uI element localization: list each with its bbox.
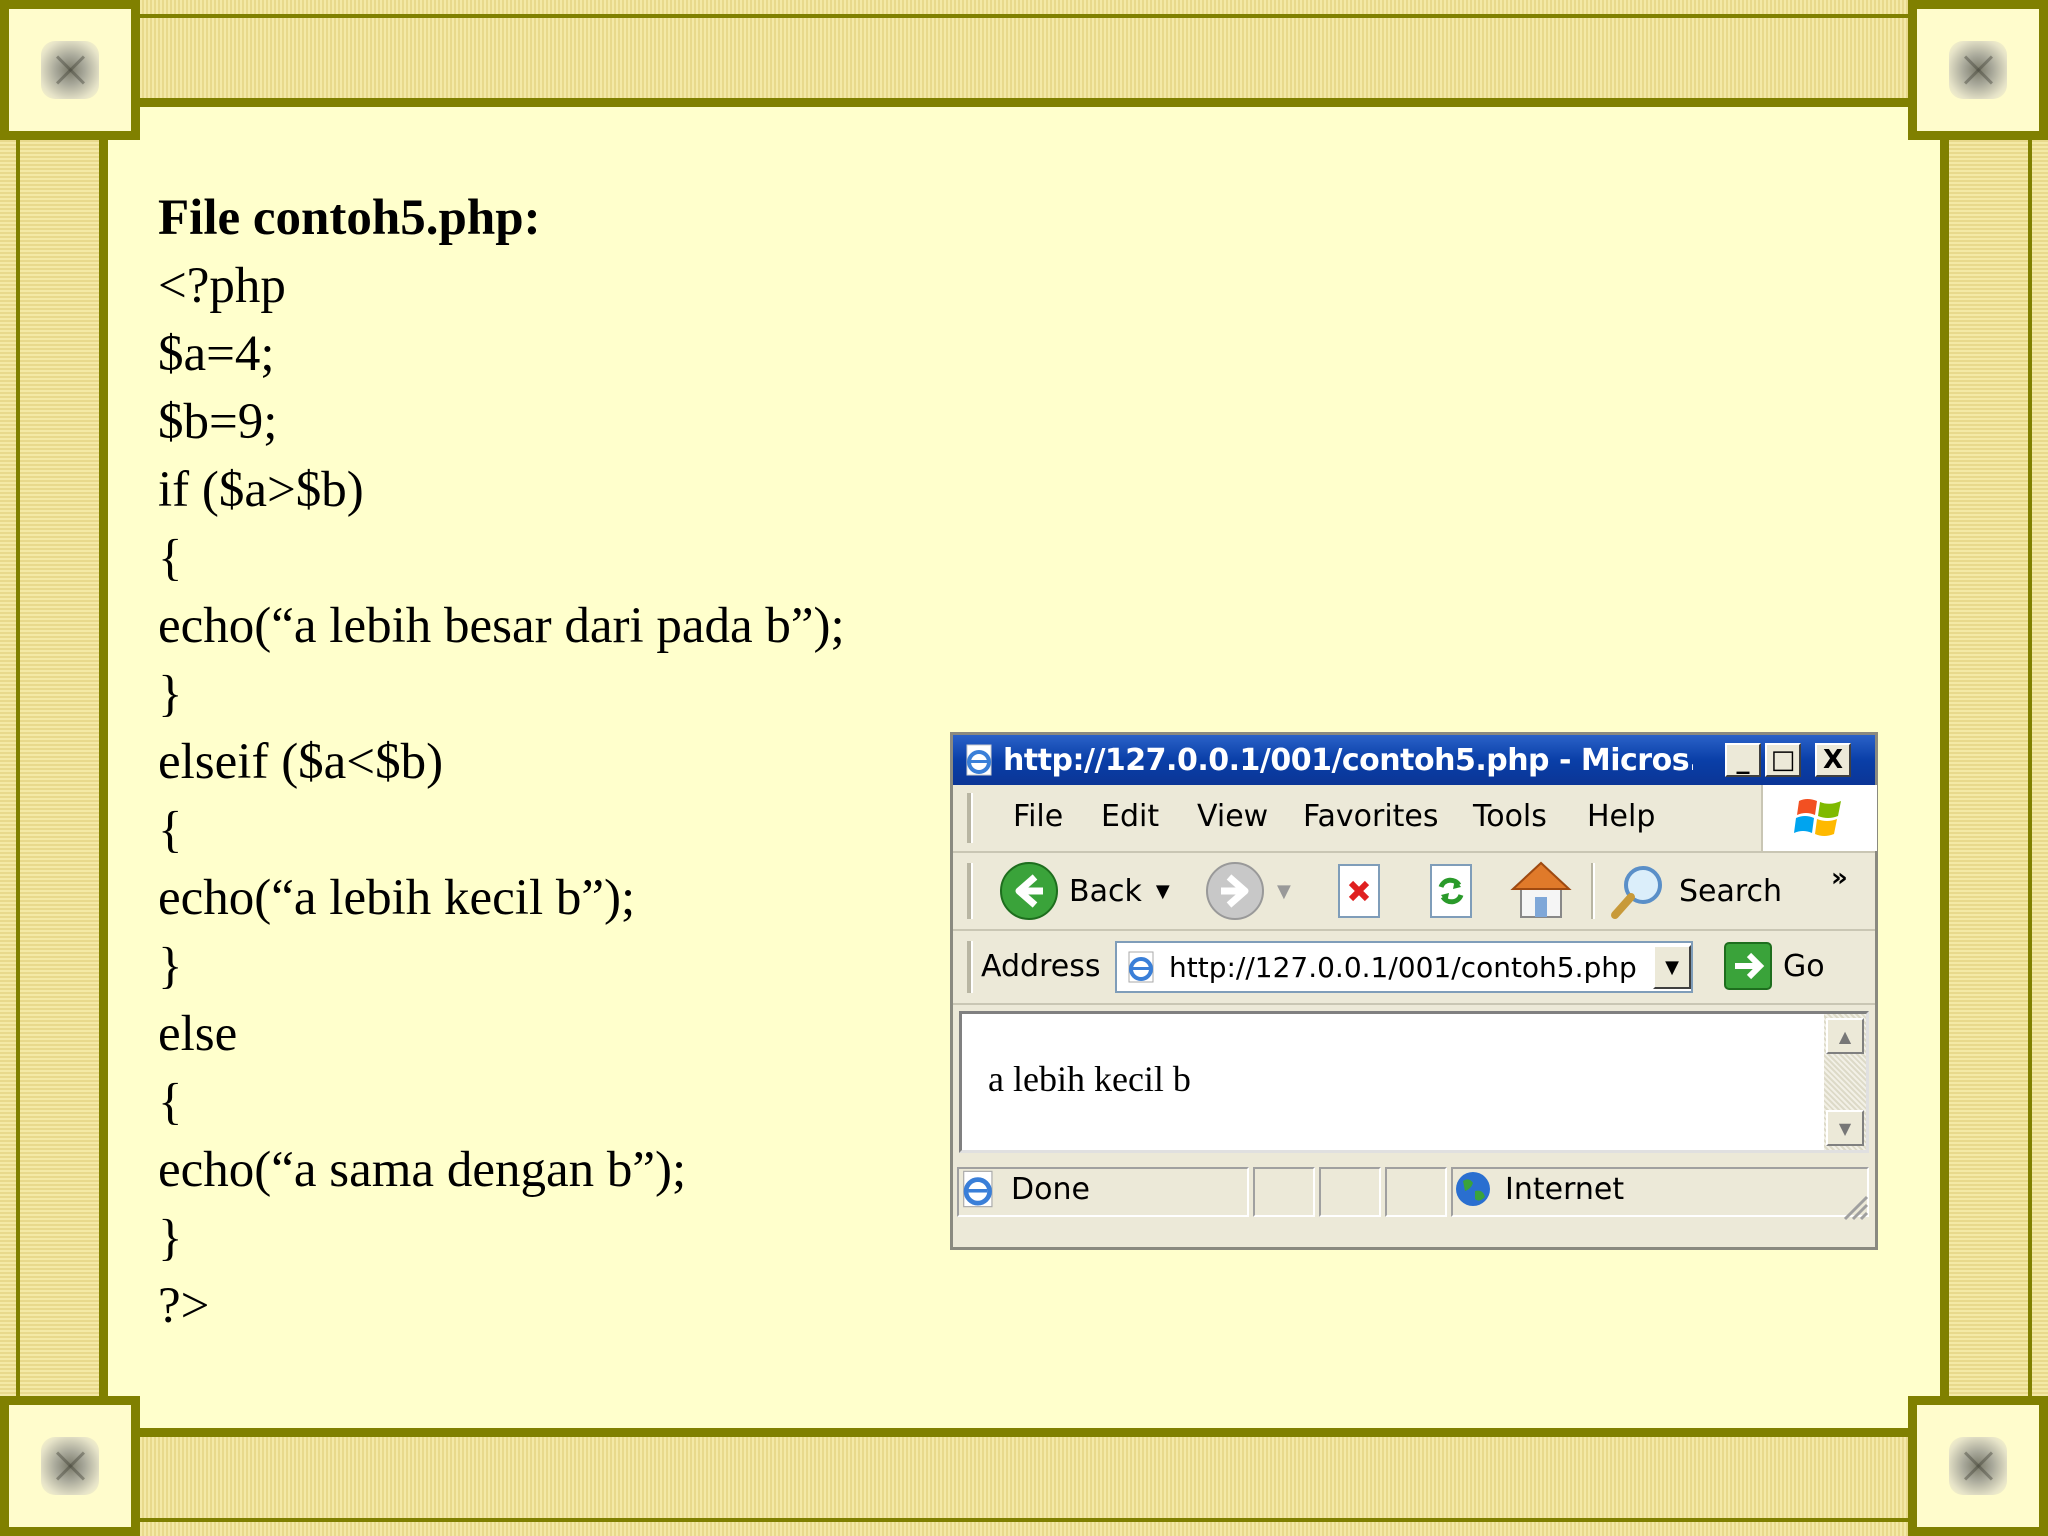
address-url: http://127.0.0.1/001/contoh5.php	[1169, 950, 1637, 984]
back-arrow-icon	[1000, 862, 1058, 920]
go-button[interactable]: Go	[1723, 941, 1825, 991]
menu-help[interactable]: Help	[1587, 799, 1655, 834]
menu-edit[interactable]: Edit	[1101, 799, 1159, 834]
address-dropdown-button[interactable]: ▼	[1653, 945, 1691, 989]
frame-corner-knob-icon	[41, 1437, 99, 1495]
stop-icon	[1338, 864, 1380, 918]
code-line: {	[158, 1074, 183, 1130]
frame-corner-knob-icon	[1949, 41, 2007, 99]
frame-right-line	[2028, 0, 2032, 1536]
scroll-down-button[interactable]: ▼	[1826, 1110, 1864, 1146]
search-button[interactable]: Search	[1609, 861, 1782, 921]
code-line: <?php	[158, 258, 286, 314]
page-content-area: a lebih kecil b ▲ ▼	[959, 1011, 1869, 1153]
toolbar-separator	[1591, 863, 1595, 919]
frame-bottom-line	[0, 1518, 2048, 1522]
code-line: echo(“a lebih kecil b”);	[158, 870, 636, 926]
home-button[interactable]	[1509, 857, 1573, 923]
frame-top-line	[0, 14, 2048, 18]
code-line: echo(“a lebih besar dari pada b”);	[158, 598, 845, 654]
toolbar-grip[interactable]	[967, 863, 973, 919]
ie-page-icon	[966, 744, 992, 776]
menu-favorites[interactable]: Favorites	[1303, 799, 1439, 834]
code-line: $b=9;	[158, 394, 278, 450]
code-line: ?>	[158, 1278, 210, 1334]
forward-dropdown-icon[interactable]: ▼	[1277, 881, 1291, 902]
search-magnifier-icon	[1611, 866, 1662, 919]
ie-page-icon	[1128, 951, 1154, 983]
address-input[interactable]: http://127.0.0.1/001/contoh5.php	[1115, 941, 1693, 993]
frame-corner-knob-icon	[41, 41, 99, 99]
minimize-button[interactable]: _	[1725, 743, 1761, 777]
address-bar: Address http://127.0.0.1/001/contoh5.php…	[953, 931, 1875, 1005]
page-output-text: a lebih kecil b	[988, 1059, 1191, 1099]
status-done-label: Done	[1011, 1171, 1090, 1207]
back-label: Back	[1069, 873, 1142, 909]
code-line: echo(“a sama dengan b”);	[158, 1142, 687, 1198]
standard-toolbar: Back ▼ ▼ Search »	[953, 853, 1875, 931]
refresh-button[interactable]	[1425, 863, 1477, 919]
status-done: Done	[959, 1169, 1090, 1209]
code-line: {	[158, 802, 183, 858]
frame-corner-top-left	[0, 0, 140, 140]
windows-logo-icon	[1761, 785, 1877, 851]
frame-corner-knob-icon	[1949, 1437, 2007, 1495]
browser-window: http://127.0.0.1/001/contoh5.php - Micro…	[950, 732, 1878, 1250]
search-label: Search	[1679, 873, 1783, 909]
toolbar-more-chevron[interactable]: »	[1831, 863, 1848, 893]
code-line: elseif ($a<$b)	[158, 734, 444, 790]
frame-corner-top-right	[1908, 0, 2048, 140]
frame-left-line	[16, 0, 20, 1536]
addressbar-grip[interactable]	[967, 941, 973, 993]
code-line: }	[158, 938, 183, 994]
status-cell	[1319, 1167, 1381, 1217]
go-arrow-icon	[1724, 942, 1772, 990]
maximize-button[interactable]: □	[1765, 743, 1801, 777]
code-line: if ($a>$b)	[158, 462, 364, 518]
menu-view[interactable]: View	[1197, 799, 1268, 834]
back-button[interactable]: Back ▼	[999, 861, 1170, 921]
code-line: $a=4;	[158, 326, 275, 382]
address-label: Address	[981, 949, 1101, 984]
stop-button[interactable]	[1333, 863, 1385, 919]
window-title: http://127.0.0.1/001/contoh5.php - Micro…	[1003, 742, 1693, 778]
title-bar[interactable]: http://127.0.0.1/001/contoh5.php - Micro…	[953, 735, 1875, 785]
code-listing: File contoh5.php: <?php $a=4; $b=9; if (…	[158, 184, 845, 1340]
scroll-up-button[interactable]: ▲	[1826, 1018, 1864, 1054]
frame-corner-bottom-left	[0, 1396, 140, 1536]
status-cell	[1253, 1167, 1315, 1217]
refresh-icon	[1430, 864, 1472, 918]
close-button[interactable]: X	[1815, 743, 1851, 777]
go-label: Go	[1783, 948, 1825, 984]
menu-file[interactable]: File	[1013, 799, 1063, 834]
back-dropdown-icon[interactable]: ▼	[1156, 881, 1170, 902]
code-line: {	[158, 530, 183, 586]
menubar-grip[interactable]	[967, 793, 973, 843]
status-cell	[1385, 1167, 1447, 1217]
status-zone-label: Internet	[1505, 1171, 1625, 1207]
code-heading: File contoh5.php:	[158, 190, 541, 246]
forward-button[interactable]: ▼	[1205, 861, 1291, 921]
ie-page-icon	[963, 1170, 993, 1208]
status-zone: Internet	[1453, 1169, 1624, 1209]
code-line: else	[158, 1006, 238, 1062]
menu-tools[interactable]: Tools	[1473, 799, 1547, 834]
home-icon	[1510, 861, 1572, 918]
forward-arrow-icon	[1206, 862, 1264, 920]
code-line: }	[158, 666, 183, 722]
resize-grip-icon[interactable]	[1839, 1191, 1869, 1221]
menu-bar: File Edit View Favorites Tools Help	[953, 785, 1877, 853]
vertical-scrollbar[interactable]: ▲ ▼	[1824, 1014, 1866, 1150]
globe-icon	[1456, 1172, 1490, 1206]
frame-corner-bottom-right	[1908, 1396, 2048, 1536]
status-bar: Done Internet	[953, 1155, 1875, 1247]
code-line: }	[158, 1210, 183, 1266]
